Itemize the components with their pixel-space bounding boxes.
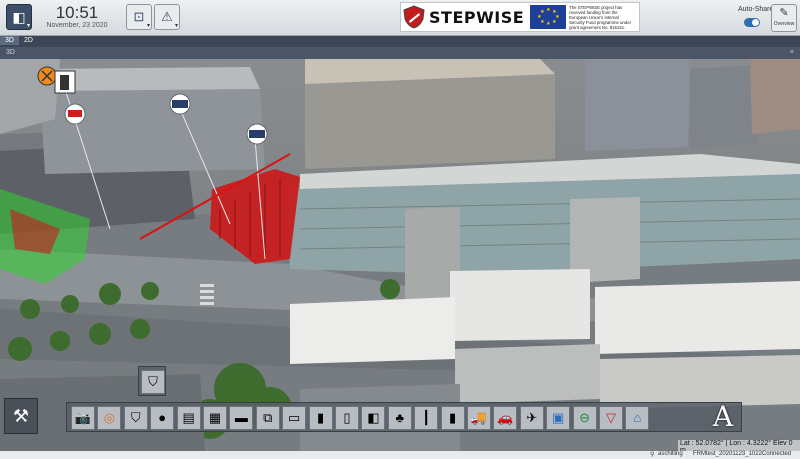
lamp-post-icon[interactable]: ┃ [414,406,439,430]
top-toolbar: ◧ ▾ 10:51 November, 23 2020 ⊡ ▾ ⚠ ▾ STEPWIS… [0,0,800,36]
bollard-icon[interactable]: ▮ [308,406,333,430]
bench-icon[interactable]: ▭ [282,406,307,430]
eu-flag-icon: ★ ★ ★ ★ ★ ★ ★ ★ [530,5,567,29]
brand-name: STEPWISE [429,7,525,27]
app-menu-button[interactable]: ◧ ▾ [6,4,32,30]
car-icon[interactable]: 🚗 [493,406,518,430]
caret-icon: ▾ [174,23,178,29]
caret-icon: ▾ [146,23,150,29]
police-sign-icon[interactable]: ▽ [599,406,623,430]
view-tabs: 3D 2D [0,36,800,47]
layers-icon: ⊡ [133,9,145,24]
no-entry-icon[interactable]: ⊖ [572,406,597,430]
map-3d-view[interactable] [0,59,800,451]
palette-popup: ⛉ [138,366,166,396]
object-palette: 📷 ◎ ⛉ ● ▤ ▦ ▬ ⧉ ▭ ▮ ▯ ◧ ♣ ┃ ▮ 🚚 🚗 ✈ ▣ ⊖ ▽ ⌂ [66,402,742,432]
overview-label: Overview [773,21,795,27]
exit-door-marker-icon[interactable] [54,70,76,94]
atm-icon[interactable]: ▤ [176,406,201,430]
van-marker-icon[interactable] [169,93,191,115]
block-icon[interactable]: ▯ [335,406,359,430]
scenario-name: FRMtest_20201123_1022 [693,451,762,457]
project-banner: STEPWISE ★ ★ ★ ★ ★ ★ ★ ★ The STEPWISE pr… [400,2,640,32]
view-header: 3D × [0,47,800,59]
close-view-icon[interactable]: × [790,47,794,59]
autoshare-label: Auto-Share [738,6,774,13]
alarm-icon: ⚠ [161,9,173,24]
hospital-icon[interactable]: ▣ [546,406,571,430]
camera-icon[interactable]: 📷 [71,406,95,430]
police-station-icon[interactable]: ⌂ [625,406,650,430]
scenario-button[interactable]: ⚠ ▾ [154,4,180,30]
funding-notice: The STEPWISE project has received fundin… [569,4,632,30]
barrier-icon[interactable]: ▦ [203,406,227,430]
overview-button[interactable]: ✎ Overview [771,4,797,32]
stepwise-logo-icon [403,5,425,29]
target-icon[interactable]: ◎ [97,406,122,430]
tree-icon[interactable]: ♣ [387,406,412,430]
door-icon[interactable]: ◧ [361,406,386,430]
tab-3d[interactable]: 3D [0,36,19,45]
city-scene [0,59,800,451]
user-icon: ⚲ [650,452,655,458]
car-marker-icon[interactable] [64,103,86,125]
status-bar: ⚲ aschilling FRMtest_20201123_1022 Conne… [0,451,800,459]
tab-2d[interactable]: 2D [19,36,38,45]
traffic-light-icon[interactable]: ▮ [440,406,465,430]
tools-menu-button[interactable]: ⚒ [4,398,38,434]
app-menu-icon: ◧ [12,9,26,25]
clock: 10:51 November, 23 2020 [44,3,110,29]
user-name: aschilling [658,451,683,457]
helicopter-icon[interactable]: ✈ [519,406,544,430]
van-marker-icon[interactable] [246,123,268,145]
gate-icon[interactable]: ⧉ [255,406,280,430]
clock-date: November, 23 2020 [46,22,108,29]
truck-icon[interactable]: 🚚 [467,406,491,430]
shield-icon[interactable]: ⛉ [123,406,148,430]
security-marker-icon[interactable] [37,66,57,86]
clock-time: 10:51 [55,3,99,22]
shield-icon[interactable]: ⛉ [141,370,165,394]
autoshare-toggle[interactable] [744,18,760,27]
layers-button[interactable]: ⊡ ▾ [126,4,152,30]
pencil-icon: ✎ [779,7,789,19]
bag-icon[interactable]: ● [150,406,175,430]
connection-status: Connected [762,451,792,457]
tools-icon: ⚒ [12,406,30,426]
caret-icon: ▾ [26,23,30,29]
bricks-icon[interactable]: ▬ [229,406,254,430]
view-label: 3D [6,49,15,56]
text-tool-button[interactable]: A [708,400,738,434]
